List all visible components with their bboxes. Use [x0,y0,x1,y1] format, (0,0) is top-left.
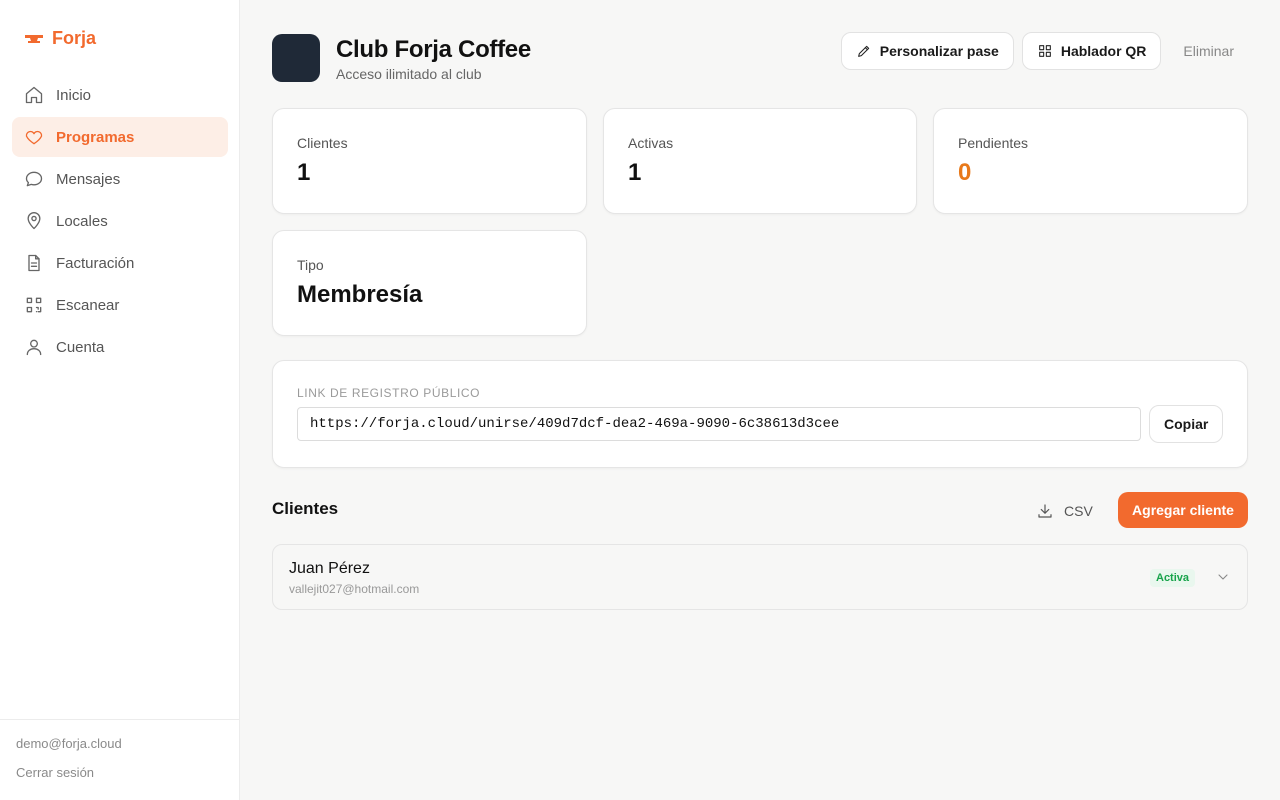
brand-name: Forja [52,28,97,48]
stat-card-pending: Pendientes 0 [933,108,1248,214]
grid-icon [1038,45,1051,57]
stat-label: Pendientes [958,135,1029,151]
sidebar-item-label: Facturación [56,254,135,272]
stat-label: Clientes [297,135,348,151]
chevron-down-icon[interactable] [1215,569,1231,585]
sidebar: Forja Inicio Programas Mensajes Locales … [0,0,240,800]
brand-logo[interactable]: Forja [24,28,96,49]
export-csv-button[interactable]: CSV [1028,496,1101,526]
message-icon [25,171,43,187]
sidebar-item-cuenta[interactable]: Cuenta [12,327,228,367]
sidebar-nav: Inicio Programas Mensajes Locales Factur… [12,75,228,369]
stat-card-clients: Clientes 1 [272,108,587,214]
client-name: Juan Pérez [289,560,370,577]
user-email: demo@forja.cloud [16,736,122,751]
sidebar-footer: demo@forja.cloud Cerrar sesión [0,719,240,800]
stat-label: Activas [628,135,674,151]
sidebar-item-mensajes[interactable]: Mensajes [12,159,228,199]
stat-value: 1 [297,159,311,186]
client-email: vallejit027@hotmail.com [289,582,420,596]
program-header: Club Forja Coffee Acceso ilimitado al cl… [272,32,1248,82]
forge-anvil-icon [25,34,43,43]
status-badge: Activa [1150,569,1196,587]
user-icon [26,339,42,356]
add-client-button[interactable]: Agregar cliente [1118,492,1248,528]
qr-talker-button[interactable]: Hablador QR [1021,32,1162,70]
button-label: CSV [1064,503,1093,519]
button-label: Hablador QR [1060,43,1147,59]
sidebar-item-facturacion[interactable]: Facturación [12,243,228,283]
customize-pass-button[interactable]: Personalizar pase [840,32,1014,70]
sidebar-item-label: Mensajes [56,170,121,188]
home-icon [25,86,43,104]
stat-card-type: Tipo Membresía [272,230,587,336]
registration-link-label: LINK DE REGISTRO PÚBLICO [297,386,481,400]
pencil-icon [857,45,869,57]
stat-card-active: Activas 1 [603,108,917,214]
heart-icon [25,130,43,145]
page-subtitle: Acceso ilimitado al club [336,66,482,82]
sidebar-item-label: Locales [56,212,108,230]
logout-link[interactable]: Cerrar sesión [16,765,224,780]
delete-button[interactable]: Eliminar [1169,32,1248,70]
sidebar-item-label: Programas [56,128,135,146]
registration-link-card: LINK DE REGISTRO PÚBLICO Copiar [272,360,1248,468]
map-pin-icon [27,212,41,230]
sidebar-item-locales[interactable]: Locales [12,201,228,241]
stat-label: Tipo [297,257,324,273]
registration-link-input[interactable] [297,407,1141,441]
sidebar-item-programas[interactable]: Programas [12,117,228,157]
sidebar-item-label: Cuenta [56,338,105,356]
download-icon [1038,504,1052,518]
button-label: Personalizar pase [879,43,999,59]
sidebar-item-label: Escanear [56,296,120,314]
copy-link-button[interactable]: Copiar [1149,405,1224,443]
sidebar-item-label: Inicio [56,86,92,104]
program-logo [272,34,320,82]
sidebar-item-inicio[interactable]: Inicio [12,75,228,115]
sidebar-item-escanear[interactable]: Escanear [12,285,228,325]
page-title: Club Forja Coffee [336,36,531,63]
file-text-icon [28,254,40,272]
scan-icon [26,297,42,313]
table-row[interactable]: Juan Pérez vallejit027@hotmail.com Activ… [272,544,1248,610]
stat-value: 0 [958,159,972,186]
clients-section-title: Clientes [272,499,339,518]
header-actions: Personalizar pase Hablador QR Eliminar [840,32,1248,70]
stat-value: Membresía [297,281,423,308]
stat-value: 1 [628,159,642,186]
